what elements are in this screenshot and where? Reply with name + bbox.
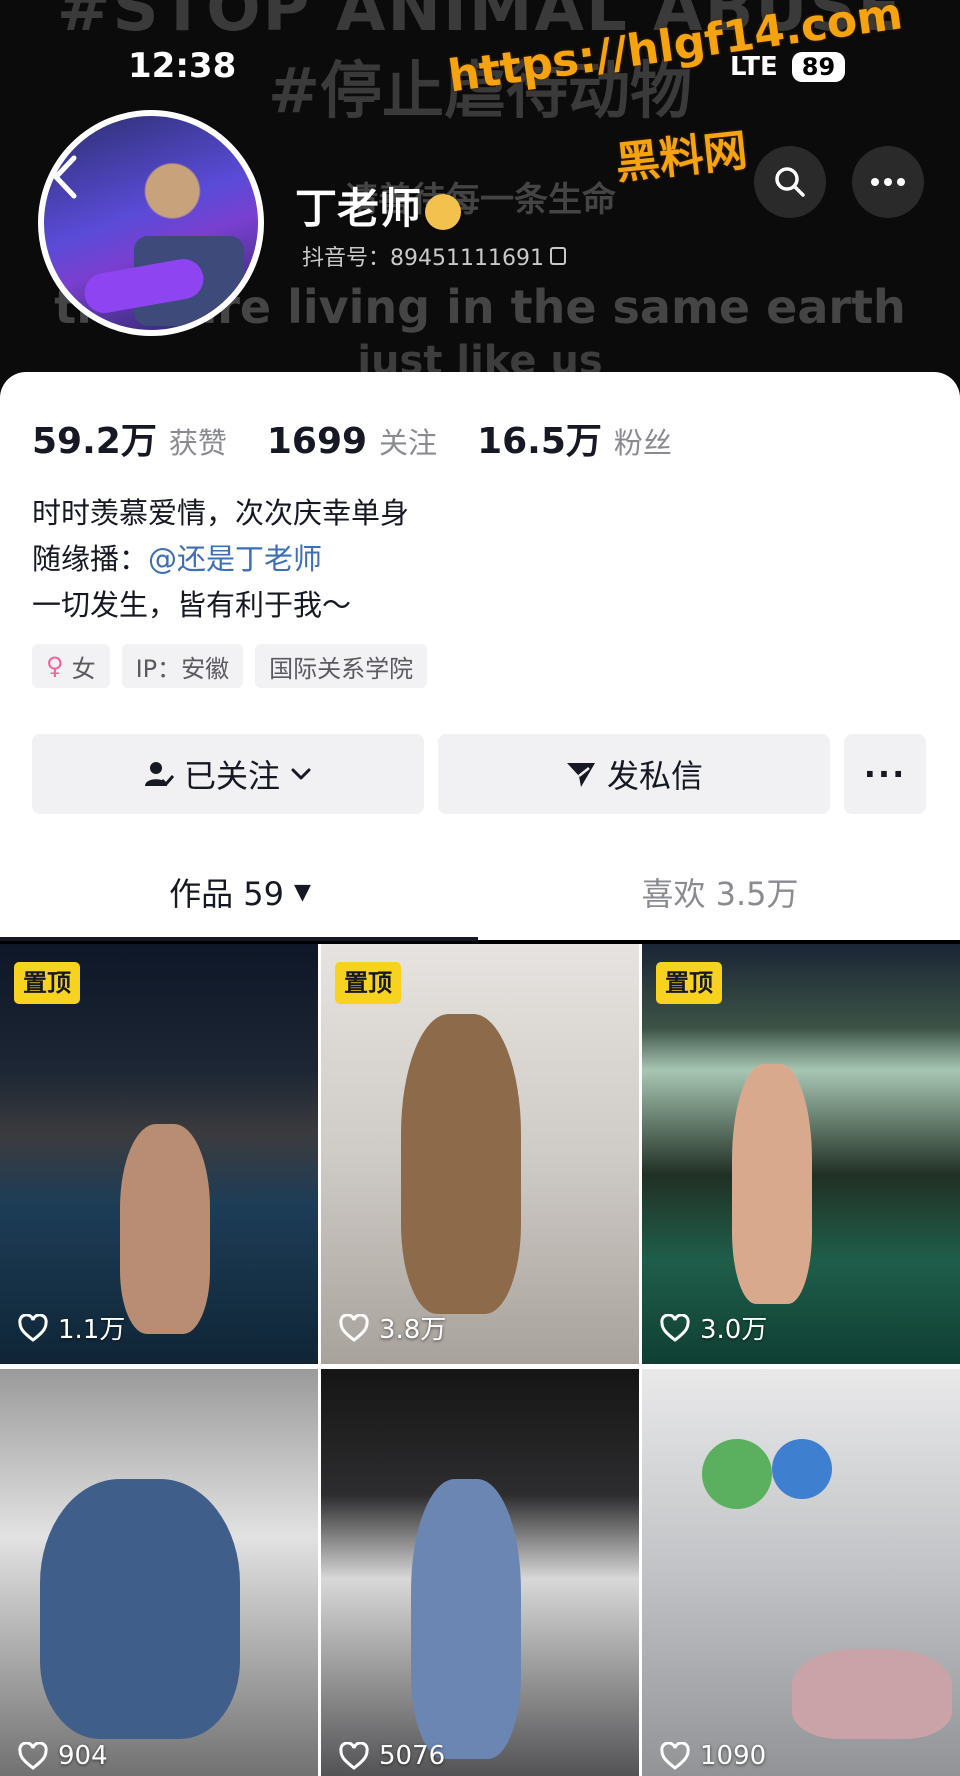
like-count: 3.8万	[339, 1309, 446, 1346]
pinned-badge: 置顶	[335, 962, 401, 1004]
tab-works-label: 作品 59	[169, 875, 284, 913]
like-count-text: 904	[58, 1741, 108, 1771]
tab-works[interactable]: 作品 59 ▼	[0, 844, 480, 940]
like-count-text: 1090	[700, 1741, 767, 1771]
gender-tag: ♀ 女	[32, 644, 110, 688]
status-time: 12:38	[128, 46, 237, 86]
bio-line-prefix: 随缘播：	[32, 542, 149, 576]
like-count-text: 3.8万	[379, 1315, 447, 1345]
search-button[interactable]	[754, 146, 826, 218]
more-actions-button[interactable]: ···	[844, 734, 926, 814]
followed-button[interactable]: 已关注	[32, 734, 424, 814]
female-icon: ♀	[46, 652, 64, 680]
stats-row: 59.2万 获赞 1699 关注 16.5万 粉丝	[32, 412, 712, 464]
like-count: 904	[18, 1741, 108, 1771]
chevron-left-icon	[53, 155, 77, 199]
profile-card: 59.2万 获赞 1699 关注 16.5万 粉丝 时时羡慕爱情，次次庆幸单身 …	[0, 372, 960, 941]
thumbnail-figure	[401, 1014, 521, 1314]
bio-line: 随缘播：@还是丁老师	[32, 536, 409, 582]
douyin-id-text: 抖音号：89451111691	[302, 246, 544, 271]
like-count: 5076	[339, 1741, 445, 1771]
chevron-down-icon	[291, 768, 311, 780]
thumbnail-ball	[702, 1439, 772, 1509]
video-tile[interactable]: 904	[0, 1369, 318, 1776]
likes-count[interactable]: 59.2万	[32, 412, 157, 464]
video-tile[interactable]: 5076	[321, 1369, 639, 1776]
bio-line: 一切发生，皆有利于我～	[32, 588, 352, 622]
more-horizontal-icon	[871, 178, 905, 186]
like-count-text: 5076	[379, 1741, 446, 1771]
nickname: 丁老师	[295, 175, 462, 236]
heart-icon	[660, 1313, 690, 1342]
like-count: 3.0万	[660, 1309, 767, 1346]
more-button[interactable]	[852, 146, 924, 218]
douyin-id[interactable]: 抖音号：89451111691	[302, 240, 566, 272]
pinned-badge: 置顶	[656, 962, 722, 1004]
back-button[interactable]	[48, 152, 88, 212]
heart-icon	[660, 1742, 690, 1770]
thumbnail-figure	[40, 1479, 240, 1739]
video-grid: 置顶 1.1万 置顶 3.8万 置顶 3.0万 904 5076 1090	[0, 944, 960, 1776]
heart-icon	[18, 1742, 48, 1770]
tab-likes[interactable]: 喜欢 3.5万	[480, 844, 960, 940]
bio-line: 时时羡慕爱情，次次庆幸单身	[32, 496, 410, 530]
copy-icon	[549, 247, 566, 265]
heart-icon	[339, 1313, 369, 1342]
thumbnail-figure	[792, 1649, 952, 1739]
heart-icon	[18, 1313, 48, 1342]
school-tag[interactable]: 国际关系学院	[255, 644, 428, 688]
action-buttons: 已关注 发私信 ···	[32, 734, 926, 814]
like-count-text: 3.0万	[700, 1315, 768, 1345]
pinned-badge: 置顶	[14, 962, 80, 1004]
like-count: 1090	[660, 1741, 766, 1771]
nickname-text: 丁老师	[295, 184, 422, 233]
following-count[interactable]: 1699	[267, 421, 367, 462]
following-label: 关注	[379, 426, 438, 460]
gender-text: 女	[71, 654, 96, 683]
thumbnail-figure	[120, 1124, 210, 1334]
video-tile[interactable]: 置顶 1.1万	[0, 944, 318, 1364]
profile-tags: ♀ 女 IP：安徽 国际关系学院	[32, 644, 428, 688]
thumbnail-ball	[772, 1439, 832, 1499]
video-tile[interactable]: 1090	[642, 1369, 960, 1776]
bio: 时时羡慕爱情，次次庆幸单身 随缘播：@还是丁老师 一切发生，皆有利于我～	[32, 490, 409, 628]
like-count-text: 1.1万	[58, 1315, 126, 1345]
send-icon	[566, 763, 595, 787]
video-tile[interactable]: 置顶 3.0万	[642, 944, 960, 1364]
message-label: 发私信	[606, 757, 703, 795]
video-tile[interactable]: 置顶 3.8万	[321, 944, 639, 1364]
followed-label: 已关注	[183, 757, 280, 795]
teacher-emoji-icon	[425, 193, 462, 230]
ip-tag: IP：安徽	[121, 644, 244, 688]
likes-label: 获赞	[168, 426, 227, 460]
user-check-icon	[144, 762, 174, 787]
heart-icon	[339, 1742, 369, 1770]
thumbnail-figure	[411, 1479, 521, 1759]
search-icon	[775, 167, 805, 197]
battery-indicator: 89	[791, 52, 846, 82]
profile-header: #STOP ANIMAL ABUSE #停止虐待动物 请善待每一条生命 they…	[0, 0, 960, 420]
avatar[interactable]	[38, 110, 264, 336]
tab-indicator	[0, 937, 478, 941]
content-tabs: 作品 59 ▼ 喜欢 3.5万	[0, 844, 960, 941]
bio-mention-link[interactable]: @还是丁老师	[148, 542, 322, 576]
caret-down-icon: ▼	[293, 879, 311, 905]
thumbnail-figure	[732, 1064, 812, 1304]
followers-count[interactable]: 16.5万	[477, 412, 602, 464]
tab-likes-label: 喜欢 3.5万	[641, 875, 799, 913]
followers-label: 粉丝	[613, 426, 672, 460]
like-count: 1.1万	[18, 1309, 125, 1346]
message-button[interactable]: 发私信	[438, 734, 830, 814]
